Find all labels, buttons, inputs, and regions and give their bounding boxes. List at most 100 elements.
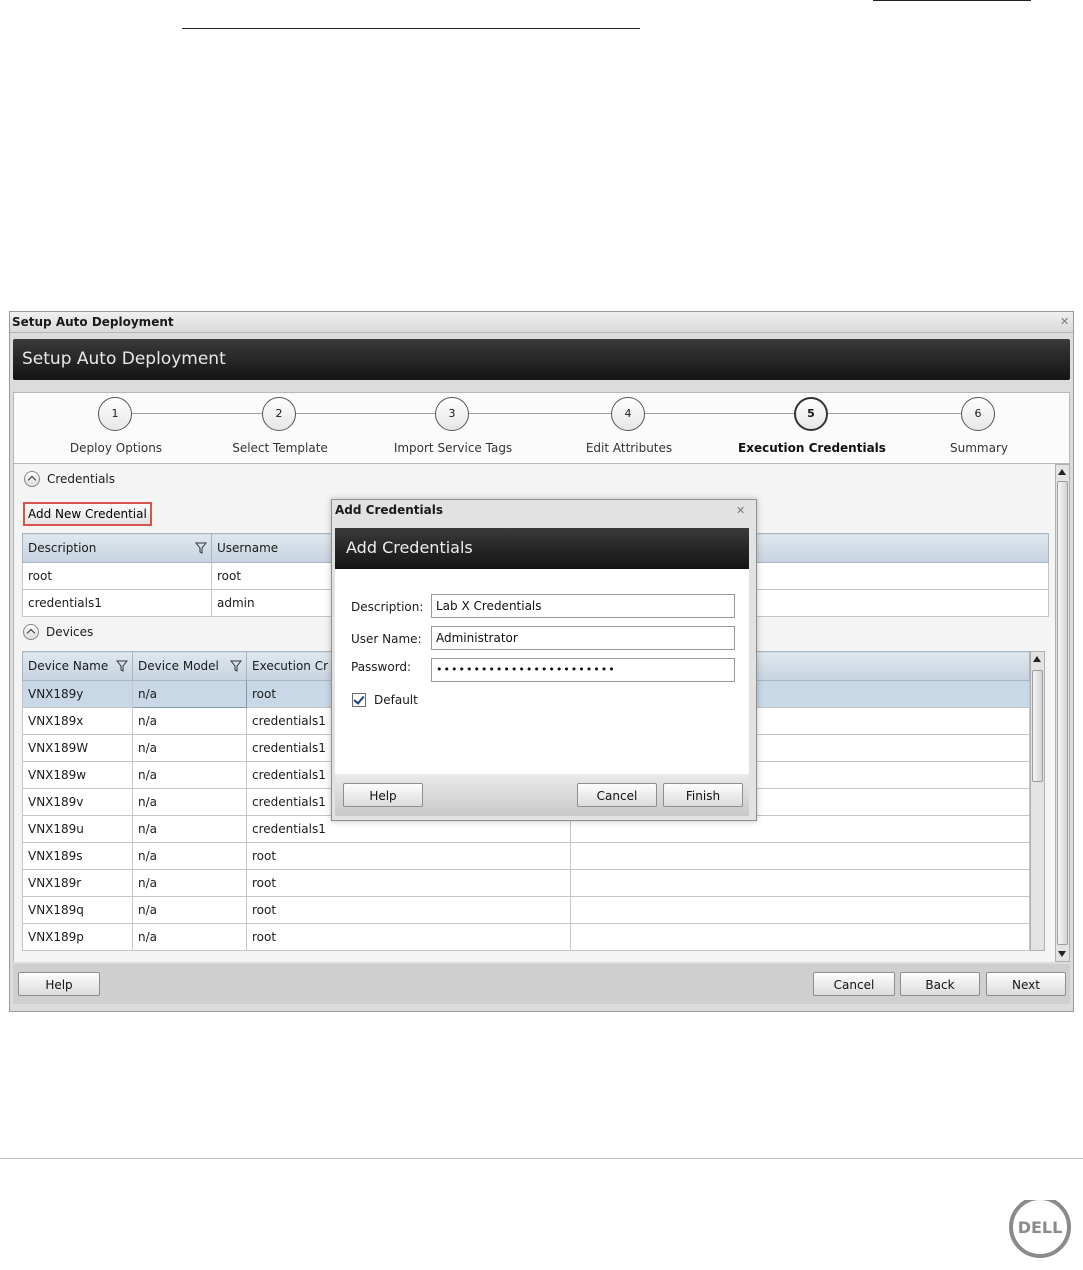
column-header-device-model[interactable]: Device Model [132, 651, 247, 681]
filter-funnel-icon[interactable] [195, 542, 207, 554]
step-edit-attributes[interactable]: 4 Edit Attributes [539, 393, 719, 463]
close-icon[interactable]: ✕ [1060, 315, 1069, 328]
step-label: Deploy Options [69, 441, 163, 455]
cell-device-model: n/a [132, 842, 247, 870]
step-select-template[interactable]: 2 Select Template [190, 393, 370, 463]
table-row[interactable]: VNX189s n/a root [22, 842, 1030, 870]
step-import-service-tags[interactable]: 3 Import Service Tags [363, 393, 543, 463]
scroll-up-icon[interactable] [1033, 656, 1041, 662]
table-row[interactable]: VNX189p n/a root [22, 923, 1030, 951]
svg-text:DELL: DELL [1018, 1218, 1063, 1237]
cell-device-model: n/a [132, 869, 247, 897]
description-label: Description: [351, 600, 424, 614]
step-number: 3 [435, 397, 469, 431]
banner-title: Setup Auto Deployment [22, 349, 226, 369]
column-header-label: Device Name [28, 659, 109, 673]
window-footer: Help Cancel Back Next [13, 964, 1070, 1004]
cell-device-model: n/a [132, 734, 247, 762]
scrollbar-thumb[interactable] [1057, 481, 1068, 945]
step-number: 4 [611, 397, 645, 431]
description-field[interactable] [431, 594, 735, 618]
filter-funnel-icon[interactable] [230, 660, 242, 672]
credentials-section-header[interactable]: Credentials [24, 470, 115, 488]
column-header-label: Execution Cr [252, 659, 329, 673]
cell-extra [570, 869, 1030, 897]
cell-device-model: n/a [132, 815, 247, 843]
dialog-body: Description: User Name: Password: ••••••… [335, 569, 749, 774]
cell-device-name: VNX189v [22, 788, 133, 816]
scroll-up-icon[interactable] [1058, 469, 1066, 475]
cell-device-name: VNX189r [22, 869, 133, 897]
document-underline-left [182, 28, 640, 29]
cell-device-name: VNX189s [22, 842, 133, 870]
cell-device-name: VNX189W [22, 734, 133, 762]
devices-section-header[interactable]: Devices [23, 623, 93, 641]
cancel-button[interactable]: Cancel [813, 972, 895, 996]
add-new-credential-button[interactable]: Add New Credential [23, 502, 152, 526]
content-scrollbar[interactable] [1055, 464, 1070, 962]
devices-table-scrollbar[interactable] [1030, 651, 1045, 951]
cell-device-model: n/a [132, 707, 247, 735]
filter-funnel-icon[interactable] [116, 660, 128, 672]
collapse-chevron-icon[interactable] [24, 471, 40, 487]
devices-section-title: Devices [46, 625, 94, 639]
step-label: Execution Credentials [738, 441, 886, 455]
table-row[interactable]: VNX189q n/a root [22, 896, 1030, 924]
dialog-footer: Help Cancel Finish [335, 774, 749, 816]
add-credentials-dialog: Add Credentials ✕ Add Credentials Descri… [331, 499, 757, 821]
dialog-help-button[interactable]: Help [343, 783, 423, 807]
collapse-chevron-icon[interactable] [23, 624, 39, 640]
step-number: 2 [262, 397, 296, 431]
default-label: Default [374, 693, 418, 707]
column-header-label: Device Model [138, 659, 219, 673]
cell-execution-credential[interactable]: root [246, 896, 571, 924]
step-summary[interactable]: 6 Summary [889, 393, 1069, 463]
cell-description: credentials1 [22, 589, 212, 617]
cell-device-name: VNX189y [22, 680, 133, 708]
cell-execution-credential[interactable]: root [246, 869, 571, 897]
dialog-banner-title: Add Credentials [346, 538, 473, 557]
password-field[interactable]: •••••••••••••••••••••••• [431, 658, 735, 682]
window-banner: Setup Auto Deployment [13, 339, 1070, 380]
column-header-label: Description [28, 541, 97, 555]
username-field[interactable] [431, 626, 735, 650]
step-execution-credentials[interactable]: 5 Execution Credentials [722, 393, 902, 463]
column-header-description[interactable]: Description [22, 533, 212, 563]
step-label: Summary [950, 441, 1008, 455]
scroll-down-icon[interactable] [1058, 951, 1066, 957]
cell-description: root [22, 562, 212, 590]
password-label: Password: [351, 660, 412, 674]
cell-extra [570, 842, 1030, 870]
cell-device-name: VNX189u [22, 815, 133, 843]
cell-device-name: VNX189w [22, 761, 133, 789]
dialog-finish-button[interactable]: Finish [663, 783, 743, 807]
step-number: 1 [98, 397, 132, 431]
dialog-cancel-button[interactable]: Cancel [577, 783, 657, 807]
back-button[interactable]: Back [900, 972, 980, 996]
default-checkbox[interactable] [352, 693, 366, 707]
cell-execution-credential[interactable]: root [246, 842, 571, 870]
cell-execution-credential[interactable]: root [246, 923, 571, 951]
dialog-title: Add Credentials [335, 503, 443, 517]
page-footer-rule [0, 1158, 1083, 1159]
next-button[interactable]: Next [986, 972, 1066, 996]
step-number: 6 [961, 397, 995, 431]
step-deploy-options[interactable]: 1 Deploy Options [26, 393, 206, 463]
step-label: Edit Attributes [585, 441, 673, 455]
credentials-section-title: Credentials [47, 472, 116, 486]
close-icon[interactable]: ✕ [736, 504, 745, 517]
wizard-stepper: 1 Deploy Options 2 Select Template 3 Imp… [13, 392, 1070, 464]
cell-device-name: VNX189q [22, 896, 133, 924]
step-number: 5 [794, 397, 828, 431]
cell-extra [570, 896, 1030, 924]
scrollbar-thumb[interactable] [1032, 670, 1043, 782]
column-header-device-name[interactable]: Device Name [22, 651, 133, 681]
window-title: Setup Auto Deployment [12, 315, 174, 329]
cell-device-model[interactable]: n/a [132, 680, 247, 708]
document-underline-right [873, 0, 1031, 1]
username-label: User Name: [351, 632, 422, 646]
table-row[interactable]: VNX189r n/a root [22, 869, 1030, 897]
cell-device-name: VNX189p [22, 923, 133, 951]
help-button[interactable]: Help [18, 972, 100, 996]
cell-device-model: n/a [132, 896, 247, 924]
